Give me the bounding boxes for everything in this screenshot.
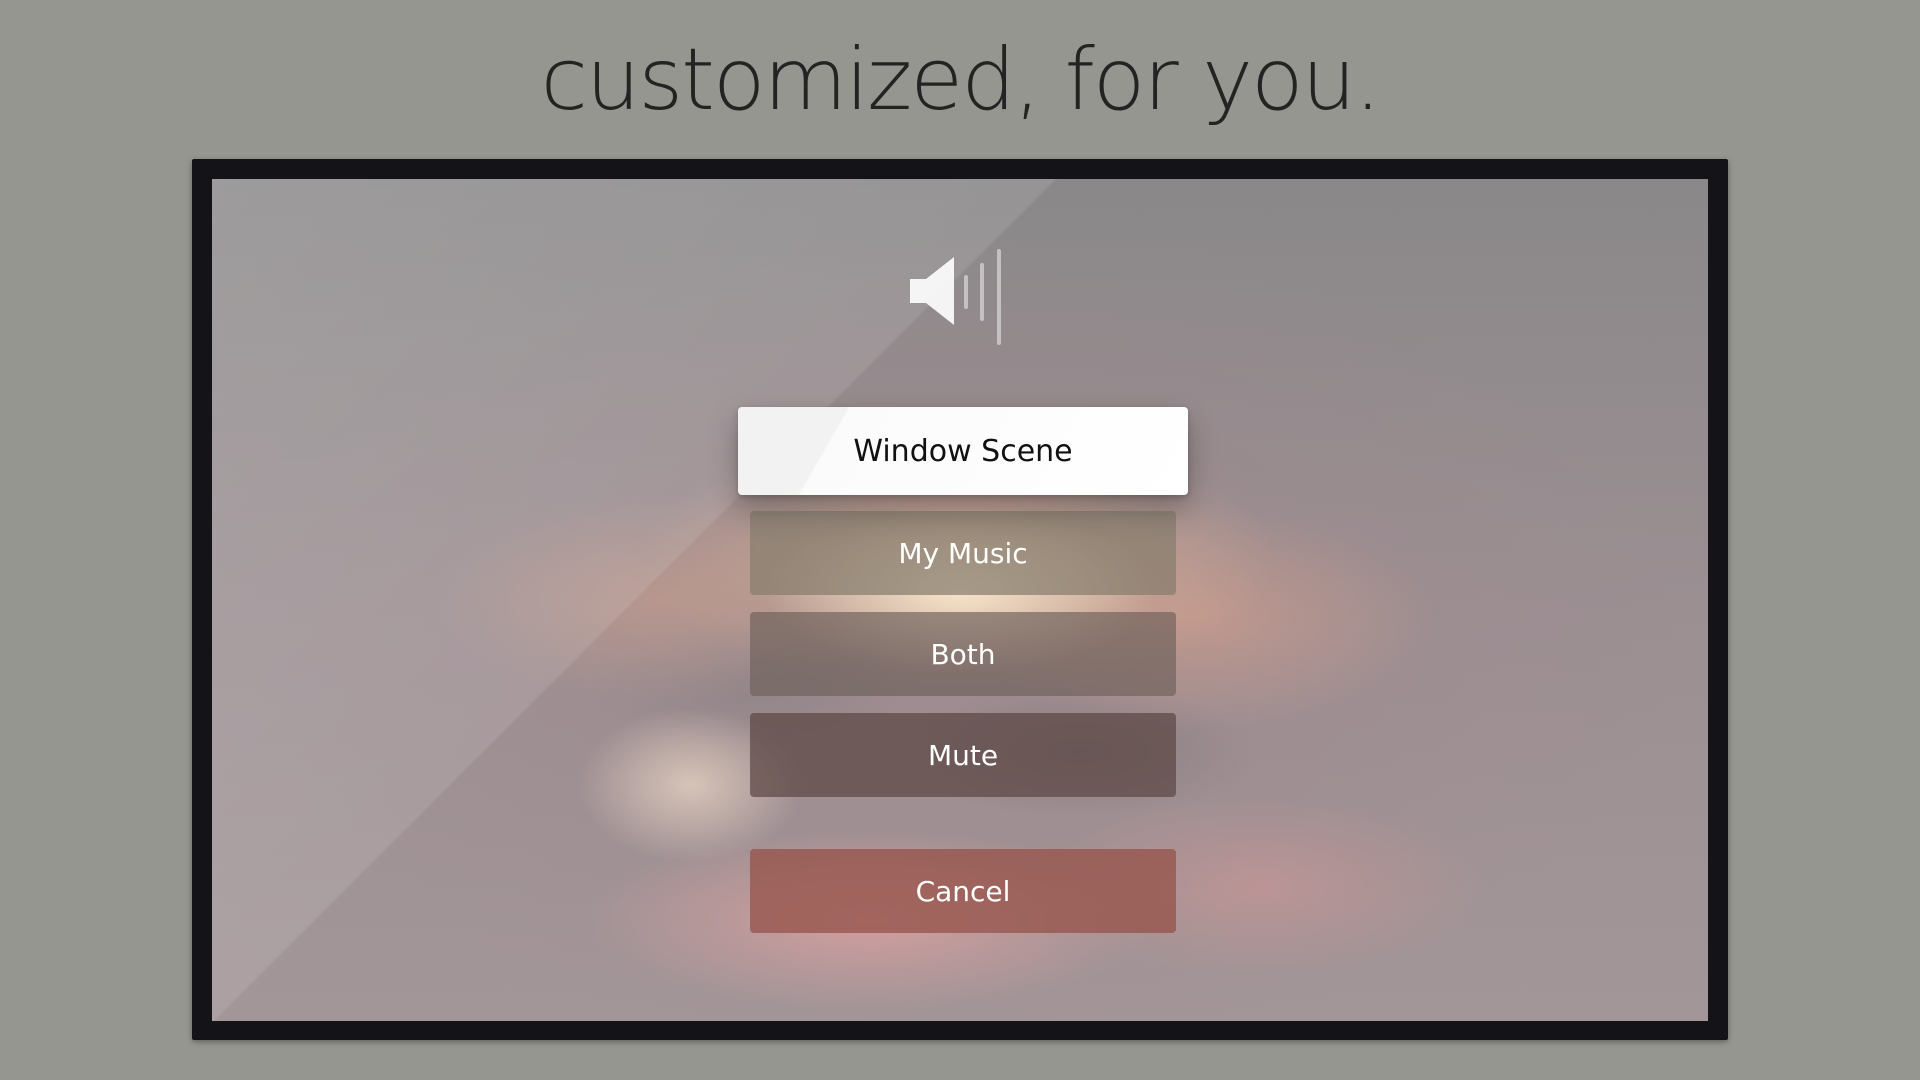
tv-bezel: Window Scene My Music Both Mute Cancel xyxy=(192,159,1728,1040)
window-scene-label: Window Scene xyxy=(853,433,1073,469)
cancel-label: Cancel xyxy=(915,874,1011,908)
mute-button[interactable]: Mute xyxy=(750,713,1176,797)
cancel-button[interactable]: Cancel xyxy=(750,849,1176,933)
page-headline: customized, for you. xyxy=(540,30,1382,130)
both-label: Both xyxy=(930,637,996,671)
both-button[interactable]: Both xyxy=(750,612,1176,696)
audio-options-menu: Window Scene My Music Both Mute Cancel xyxy=(212,179,1708,1021)
window-scene-button[interactable]: Window Scene xyxy=(738,407,1188,495)
tv-screen: Window Scene My Music Both Mute Cancel xyxy=(212,179,1708,1021)
my-music-label: My Music xyxy=(898,536,1028,570)
my-music-button[interactable]: My Music xyxy=(750,511,1176,595)
mute-label: Mute xyxy=(927,738,999,772)
